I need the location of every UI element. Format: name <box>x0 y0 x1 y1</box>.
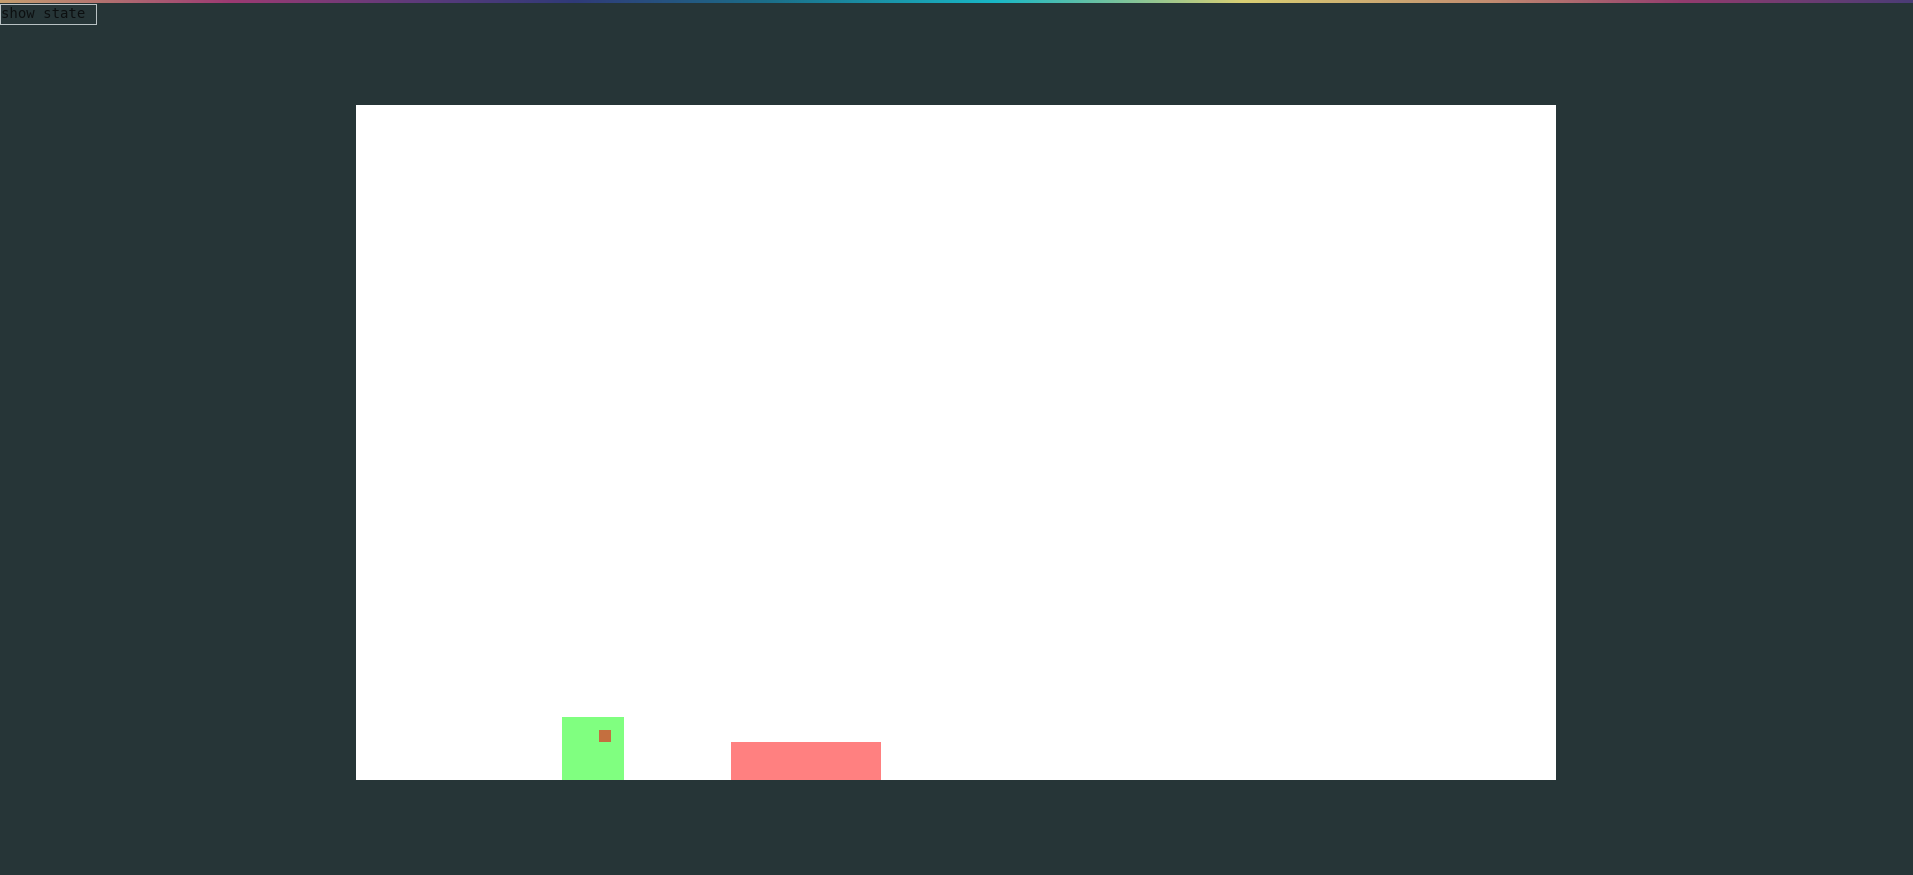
game-canvas[interactable] <box>356 105 1556 780</box>
player-block <box>562 717 624 780</box>
top-color-strip <box>0 0 1913 3</box>
player-marker <box>599 730 611 742</box>
show-state-button[interactable]: show state <box>0 4 97 25</box>
obstacle-block <box>731 742 881 780</box>
